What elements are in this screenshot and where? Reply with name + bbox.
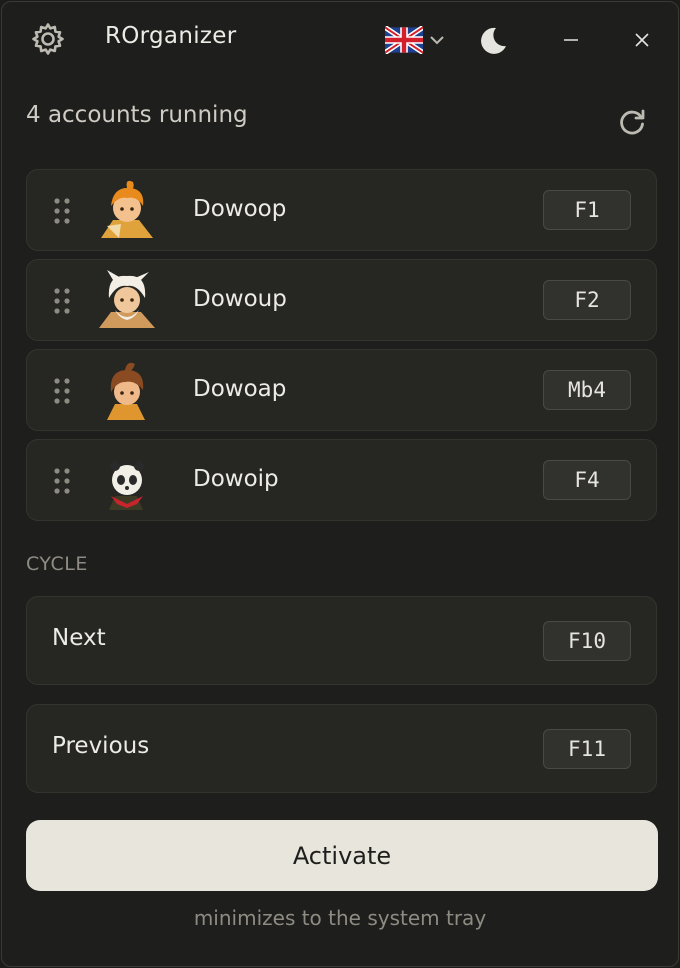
brown-haired-character-avatar (107, 362, 145, 420)
cycle-previous-row[interactable]: Previous F11 (26, 704, 657, 793)
cycle-previous-label: Previous (52, 733, 150, 759)
minimize-button[interactable] (556, 22, 586, 58)
title-bar: ROrganizer (2, 2, 678, 78)
next-hotkey-badge[interactable]: F10 (543, 621, 631, 661)
account-row[interactable]: Dowoup F2 (26, 259, 657, 341)
hotkey-badge[interactable]: F1 (543, 190, 631, 230)
account-row[interactable]: Dowoap Mb4 (26, 349, 657, 431)
theme-toggle-button[interactable] (474, 22, 512, 60)
refresh-button[interactable] (610, 100, 654, 144)
chevron-down-icon (430, 36, 444, 45)
account-row[interactable]: Dowoop F1 (26, 169, 657, 251)
drag-handle-icon[interactable] (51, 286, 73, 316)
accounts-status: 4 accounts running (26, 102, 248, 128)
white-haired-character-avatar (99, 270, 155, 328)
account-row[interactable]: Dowoip F4 (26, 439, 657, 521)
account-name: Dowoip (193, 466, 279, 492)
refresh-icon (620, 109, 645, 135)
account-name: Dowoop (193, 196, 287, 222)
language-selector[interactable] (384, 24, 446, 56)
settings-button[interactable] (28, 19, 68, 59)
previous-hotkey-badge[interactable]: F11 (543, 729, 631, 769)
drag-handle-icon[interactable] (51, 196, 73, 226)
minimize-icon (564, 39, 578, 41)
drag-handle-icon[interactable] (51, 466, 73, 496)
cycle-section-label: CYCLE (26, 553, 88, 575)
close-button[interactable] (626, 22, 658, 58)
hotkey-badge[interactable]: F2 (543, 280, 631, 320)
app-window: ROrganizer 4 accounts running Dowoop F1 … (1, 1, 679, 967)
app-title: ROrganizer (105, 23, 237, 49)
uk-flag-icon (385, 26, 423, 54)
drag-handle-icon[interactable] (51, 376, 73, 406)
orange-haired-character-avatar (101, 180, 153, 238)
hotkey-badge[interactable]: Mb4 (543, 370, 631, 410)
panda-character-avatar (109, 461, 144, 510)
gear-icon (32, 23, 64, 55)
tray-note: minimizes to the system tray (193, 906, 487, 930)
moon-icon (481, 27, 506, 54)
close-icon (635, 33, 649, 47)
account-name: Dowoap (193, 376, 287, 402)
activate-button[interactable]: Activate (26, 820, 658, 891)
cycle-next-row[interactable]: Next F10 (26, 596, 657, 685)
account-name: Dowoup (193, 286, 287, 312)
hotkey-badge[interactable]: F4 (543, 460, 631, 500)
cycle-next-label: Next (52, 625, 106, 651)
